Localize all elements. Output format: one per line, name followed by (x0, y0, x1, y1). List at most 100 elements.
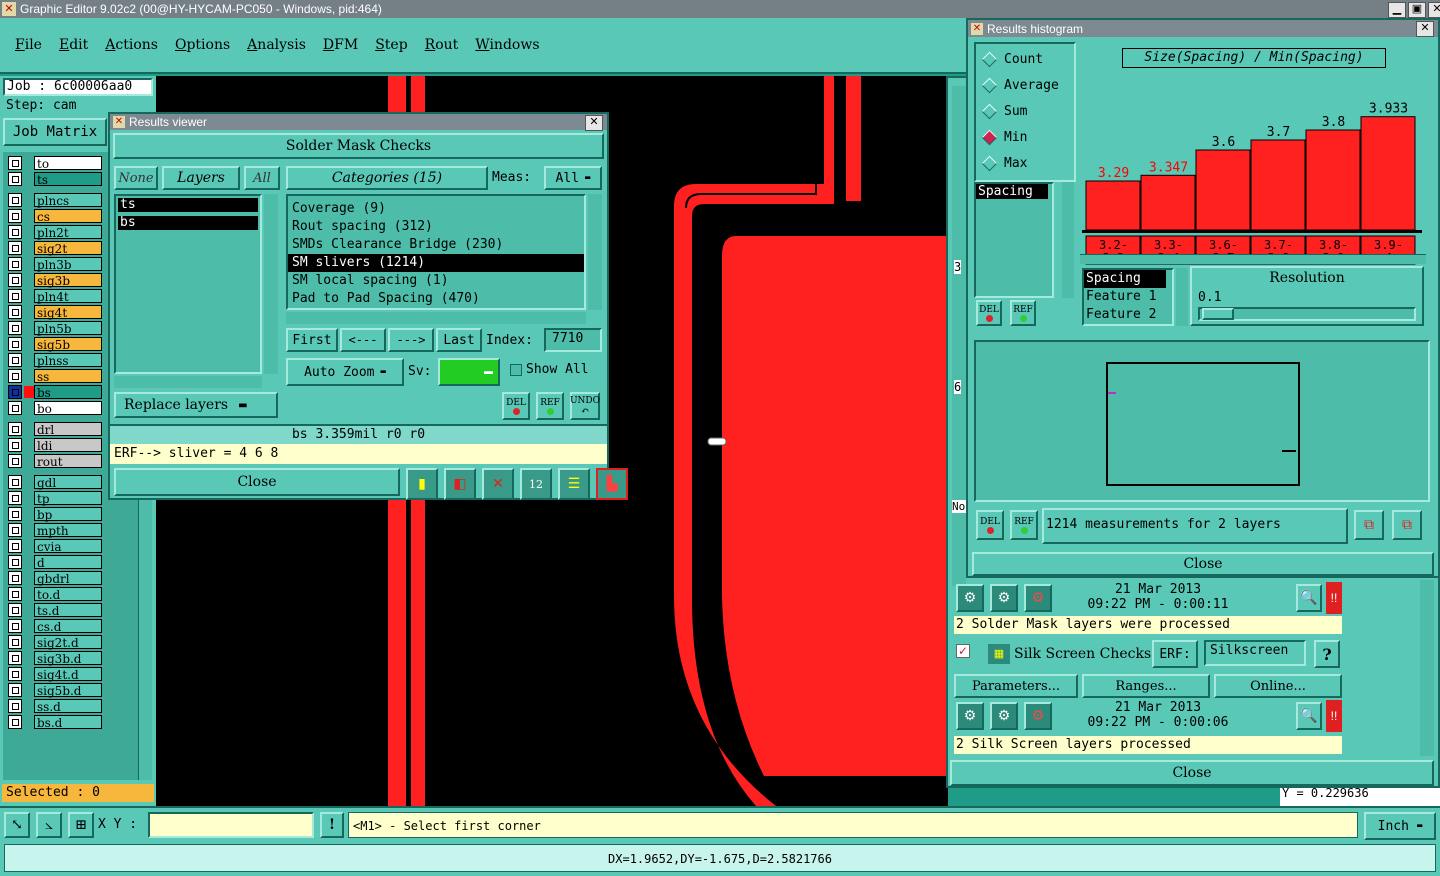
category-item[interactable]: SMDs Clearance Bridge (230) (288, 236, 584, 254)
layer-name[interactable]: sig4t.d (34, 667, 102, 682)
layers-toggle[interactable]: Layers (162, 166, 240, 190)
info-button[interactable]: ! (320, 812, 344, 838)
feature-scrollbar[interactable] (1176, 268, 1188, 326)
chart-hscroll[interactable] (1080, 254, 1426, 264)
histogram-bar[interactable] (1195, 149, 1251, 231)
auto-zoom-dropdown[interactable]: Auto Zoom ▬ (286, 358, 404, 386)
layer-row[interactable]: sig5b.d (3, 682, 151, 698)
layer-name[interactable]: sig5b (34, 337, 102, 352)
close-icon[interactable]: ✕ (1416, 21, 1434, 37)
metric-scrollbar[interactable] (1062, 182, 1074, 298)
measure-tool-icon[interactable]: ⦣ (36, 812, 62, 838)
list-icon[interactable]: ☰ (558, 468, 590, 500)
menu-options[interactable]: Options (175, 37, 230, 53)
layer-row[interactable]: cs.d (3, 618, 151, 634)
stop-icon[interactable]: ⚙ (1024, 584, 1052, 612)
prev-button[interactable]: <--- (340, 328, 386, 352)
menu-dfm[interactable]: DFM (323, 37, 358, 53)
layer-name[interactable]: to.d (34, 587, 102, 602)
stat-radio-sum[interactable]: Sum (976, 98, 1074, 124)
menu-file[interactable]: File (15, 37, 42, 53)
category-item[interactable]: Coverage (9) (288, 200, 584, 218)
histogram-bar[interactable] (1360, 116, 1416, 231)
layer-name[interactable]: rout (34, 454, 102, 469)
category-item[interactable]: Rout spacing (312) (288, 218, 584, 236)
layer-checkbox[interactable] (8, 571, 22, 585)
layer-checkbox[interactable] (8, 289, 22, 303)
layer-name[interactable]: pln5b (34, 321, 102, 336)
result-layer-item[interactable]: bs (118, 216, 258, 230)
layer-checkbox[interactable] (8, 401, 22, 415)
layer-checkbox[interactable] (8, 321, 22, 335)
layer-name[interactable]: to (34, 156, 102, 171)
layer-name[interactable]: bs (34, 385, 102, 400)
layer-items-scrollbar[interactable] (264, 194, 278, 374)
replace-layers-dropdown[interactable]: Replace layers ▬ (114, 392, 278, 418)
clear-icon[interactable]: ✕ (482, 468, 514, 500)
severity-dropdown[interactable]: ▬ (438, 358, 500, 386)
slider-thumb[interactable] (1202, 308, 1234, 320)
layer-name[interactable]: ldi (34, 438, 102, 453)
layer-row[interactable]: bp (3, 506, 151, 522)
layer-checkbox[interactable] (8, 454, 22, 468)
layer-name[interactable]: sig5b.d (34, 683, 102, 698)
layer-row[interactable]: ts.d (3, 602, 151, 618)
snap-tool-icon[interactable]: ⊞ (68, 812, 94, 838)
layer-checkbox[interactable] (8, 156, 22, 170)
layer-row[interactable]: sig2t.d (3, 634, 151, 650)
layer-checkbox[interactable] (8, 353, 22, 367)
preview-del-button[interactable]: DEL (976, 510, 1004, 540)
layer-name[interactable]: sig2t (34, 241, 102, 256)
hist-del-button[interactable]: DEL (976, 300, 1002, 326)
layer-checkbox[interactable] (8, 337, 22, 351)
run-all-icon[interactable]: ⚙ (990, 702, 1018, 730)
layer-name[interactable]: cvia (34, 539, 102, 554)
layer-checkbox[interactable] (8, 699, 22, 713)
layer-row[interactable]: bs.d (3, 714, 151, 730)
layer-name[interactable]: ts (34, 172, 102, 187)
layer-row[interactable]: to.d (3, 586, 151, 602)
layer-name[interactable]: sig2t.d (34, 635, 102, 650)
categories-scrollbar[interactable] (588, 194, 602, 310)
layer-name[interactable]: drl (34, 422, 102, 437)
layer-name[interactable]: ts.d (34, 603, 102, 618)
layer-checkbox[interactable] (8, 422, 22, 436)
meas-dropdown[interactable]: All ▬ (544, 166, 602, 190)
categories-toggle[interactable]: Categories (15) (286, 166, 488, 190)
stat-radio-count[interactable]: Count (976, 46, 1074, 72)
maximize-icon[interactable]: ▣ (1408, 2, 1426, 18)
layer-checkbox[interactable] (8, 603, 22, 617)
index-input[interactable]: 7710 (544, 328, 602, 352)
layer-checkbox[interactable] (8, 438, 22, 452)
layer-checkbox[interactable] (8, 305, 22, 319)
layer-name[interactable]: cs.d (34, 619, 102, 634)
histogram-bar[interactable] (1140, 174, 1196, 231)
layer-checkbox[interactable] (8, 683, 22, 697)
zoom-back-icon[interactable]: ⧉ (1392, 510, 1422, 540)
layer-name[interactable]: sig4t (34, 305, 102, 320)
menu-step[interactable]: Step (375, 37, 407, 53)
layer-checkbox[interactable] (8, 241, 22, 255)
layer-name[interactable]: plnss (34, 353, 102, 368)
stat-radio-min[interactable]: Min (976, 124, 1074, 150)
preview-ref-button[interactable]: REF (1010, 510, 1038, 540)
hist-ref-button[interactable]: REF (1010, 300, 1036, 326)
layer-row[interactable]: d (3, 554, 151, 570)
job-matrix-button[interactable]: Job Matrix (3, 118, 107, 146)
categories-hscroll[interactable] (286, 312, 586, 324)
xy-input[interactable] (148, 812, 314, 838)
ref-button[interactable]: REF (536, 392, 564, 420)
layer-name[interactable]: pln3b (34, 257, 102, 272)
layer-name[interactable]: tp (34, 491, 102, 506)
run-icon[interactable]: ⚙ (956, 584, 984, 612)
stat-radio-average[interactable]: Average (976, 72, 1074, 98)
online-button[interactable]: Online... (1214, 674, 1342, 698)
zoom-icon[interactable]: 🔍 (1296, 584, 1322, 612)
next-button[interactable]: ---> (388, 328, 434, 352)
layer-row[interactable]: sig3b.d (3, 650, 151, 666)
category-item[interactable]: SM slivers (1214) (288, 254, 584, 272)
feature-item[interactable]: Feature 2 (1084, 306, 1172, 324)
metric-list-item[interactable]: Spacing (976, 184, 1048, 199)
layers-none-button[interactable]: None (114, 166, 158, 190)
undo-button[interactable]: UNDO ↶ (570, 392, 600, 420)
